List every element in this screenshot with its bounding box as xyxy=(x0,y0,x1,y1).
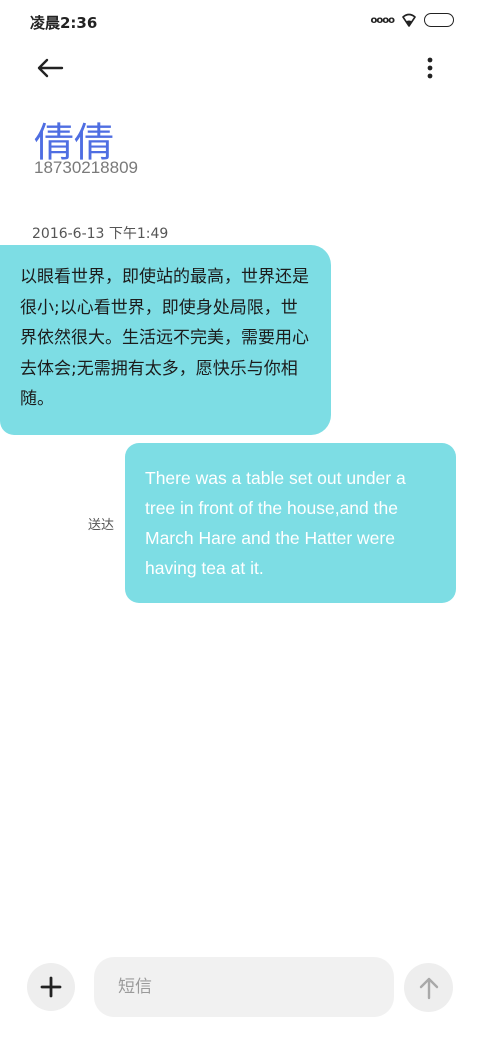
signal-icon: oooo xyxy=(370,14,396,26)
incoming-message-text: 以眼看世界，即使站的最高，世界还是很小;以心看世界，即使身处局限，世界依然很大。… xyxy=(20,267,309,409)
send-button[interactable] xyxy=(404,963,453,1012)
status-time: 凌晨2:36 xyxy=(30,14,98,32)
message-timestamp: 2016-6-13 下午1:49 xyxy=(32,226,169,242)
outgoing-message-bubble[interactable]: There was a table set out under a tree i… xyxy=(125,443,456,603)
arrow-left-icon xyxy=(37,58,64,78)
status-bar: 凌晨2:36 oooo xyxy=(0,0,480,44)
status-icons: oooo xyxy=(371,12,454,28)
incoming-message-bubble[interactable]: 以眼看世界，即使站的最高，世界还是很小;以心看世界，即使身处局限，世界依然很大。… xyxy=(0,245,331,435)
wifi-icon xyxy=(402,13,416,27)
back-button[interactable] xyxy=(32,52,68,84)
more-options-button[interactable] xyxy=(414,52,446,84)
battery-icon xyxy=(424,13,454,27)
plus-icon xyxy=(40,976,62,998)
contact-number: 18730218809 xyxy=(34,158,139,177)
outgoing-message-text: There was a table set out under a tree i… xyxy=(145,468,406,578)
add-attachment-button[interactable] xyxy=(27,963,75,1011)
delivery-status: 送达 xyxy=(88,518,115,533)
message-input[interactable] xyxy=(94,957,394,1017)
more-vertical-icon xyxy=(427,57,433,79)
arrow-up-icon xyxy=(419,977,438,999)
